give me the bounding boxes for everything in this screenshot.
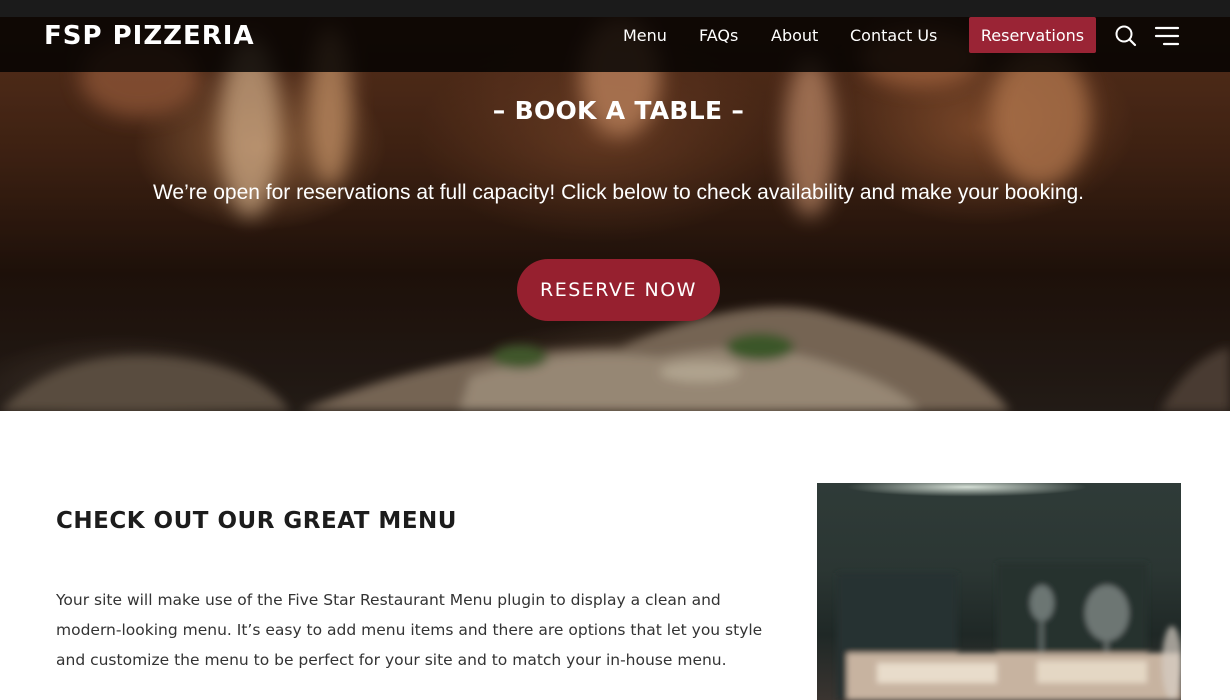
- restaurant-interior-image: [817, 483, 1181, 700]
- hero-banner: [0, 17, 1230, 411]
- nav-item-about[interactable]: About: [771, 26, 818, 45]
- hero-overlay: [0, 17, 1230, 411]
- browser-top-strip: [0, 0, 1230, 17]
- site-logo[interactable]: FSP PIZZERIA: [44, 21, 255, 51]
- menu-section-text: Your site will make use of the Five Star…: [56, 591, 763, 669]
- restaurant-photo-art: [837, 563, 1181, 700]
- hero-description: We’re open for reservations at full capa…: [152, 181, 1085, 204]
- search-icon[interactable]: [1114, 24, 1138, 48]
- nav-item-contact-us[interactable]: Contact Us: [850, 26, 937, 45]
- nav-item-menu[interactable]: Menu: [623, 26, 667, 45]
- site-navbar: FSP PIZZERIA Menu FAQs About Contact Us …: [0, 17, 1230, 72]
- nav-item-faqs[interactable]: FAQs: [699, 26, 738, 45]
- menu-section-heading: CHECK OUT OUR GREAT MENU: [56, 508, 457, 534]
- reservations-button[interactable]: Reservations: [969, 17, 1096, 53]
- hero-title: – BOOK A TABLE –: [492, 96, 745, 125]
- reserve-now-button[interactable]: RESERVE NOW: [517, 259, 720, 321]
- hamburger-menu-icon[interactable]: [1154, 24, 1180, 48]
